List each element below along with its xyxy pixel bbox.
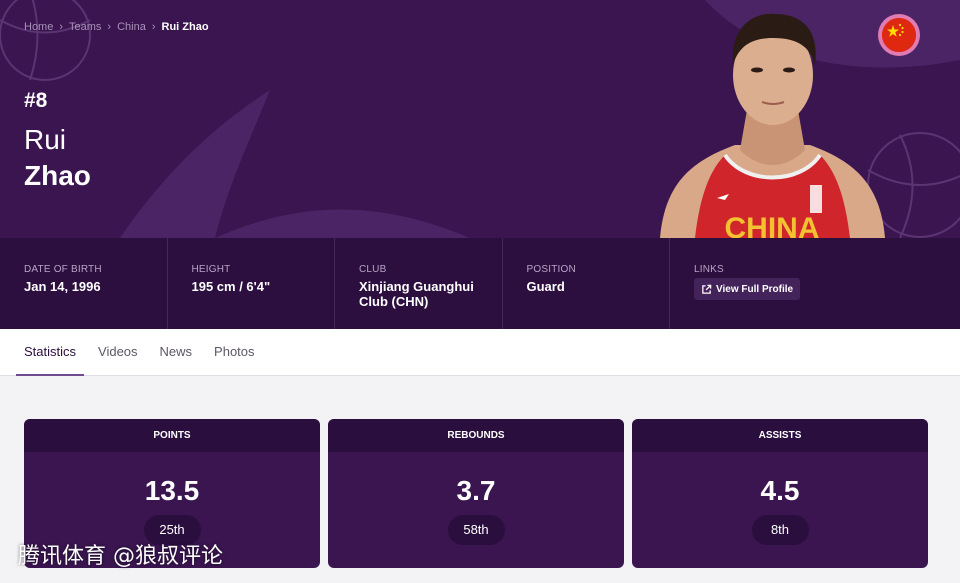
watermark: 腾讯体育 @狼叔评论 [18, 544, 223, 569]
stat-card-rebounds: REBOUNDS 3.7 58th [328, 419, 624, 568]
stat-card-value: 3.7 [456, 475, 496, 506]
view-full-profile-label: View Full Profile [716, 283, 794, 295]
info-value: Jan 14, 1996 [24, 279, 101, 294]
player-photo: CHINA [660, 13, 885, 238]
tab-photos[interactable]: Photos [206, 329, 262, 376]
info-date-of-birth: DATE OF BIRTH Jan 14, 1996 [0, 238, 168, 329]
info-position: POSITION Guard [503, 238, 670, 329]
info-value: Guard [526, 279, 565, 294]
info-label: POSITION [526, 264, 576, 275]
player-last-name: Zhao [24, 160, 91, 191]
external-link-icon [702, 284, 712, 294]
breadcrumb-current: Rui Zhao [161, 21, 209, 33]
view-full-profile-button[interactable]: View Full Profile [694, 278, 801, 300]
stat-card-rank: 58th [447, 515, 505, 545]
breadcrumb-country[interactable]: China [117, 21, 146, 33]
stat-card-value: 13.5 [144, 475, 200, 506]
tab-videos[interactable]: Videos [90, 329, 146, 376]
stat-card-assists: ASSISTS 4.5 8th [632, 419, 928, 568]
breadcrumb-home[interactable]: Home [24, 21, 53, 33]
player-first-name: Rui [24, 124, 67, 155]
info-label: DATE OF BIRTH [24, 264, 102, 275]
breadcrumb-teams[interactable]: Teams [69, 21, 101, 33]
info-label: HEIGHT [191, 264, 231, 275]
stat-card-value: 4.5 [760, 475, 800, 506]
tab-news[interactable]: News [152, 329, 201, 376]
player-info-bar: DATE OF BIRTH Jan 14, 1996 HEIGHT 195 cm… [0, 238, 960, 329]
player-hero: Home › Teams › China › Rui Zhao #8 Rui Z… [0, 0, 960, 238]
stat-card-label: ASSISTS [632, 419, 928, 452]
info-height: HEIGHT 195 cm / 6'4" [168, 238, 335, 329]
info-label: CLUB [359, 264, 387, 275]
stat-card-label: REBOUNDS [328, 419, 624, 452]
info-value: 195 cm / 6'4" [191, 279, 271, 294]
jersey-text: CHINA [725, 212, 820, 238]
stat-card-label: POINTS [24, 419, 320, 452]
chevron-right-icon: › [151, 21, 156, 33]
chevron-right-icon: › [107, 21, 112, 33]
content-tabs: Statistics Videos News Photos [0, 329, 960, 376]
china-flag-icon [878, 14, 920, 56]
info-club: CLUB Xinjiang Guanghui Club (CHN) [335, 238, 503, 329]
info-value: Xinjiang Guanghui Club (CHN) [359, 279, 474, 309]
tab-statistics[interactable]: Statistics [16, 329, 85, 376]
breadcrumb: Home › Teams › China › Rui Zhao [24, 21, 209, 33]
player-number: #8 [24, 89, 48, 112]
chevron-right-icon: › [59, 21, 64, 33]
info-links: LINKS View Full Profile [670, 238, 960, 329]
stat-card-rank: 8th [751, 515, 809, 545]
info-label: LINKS [694, 264, 724, 275]
